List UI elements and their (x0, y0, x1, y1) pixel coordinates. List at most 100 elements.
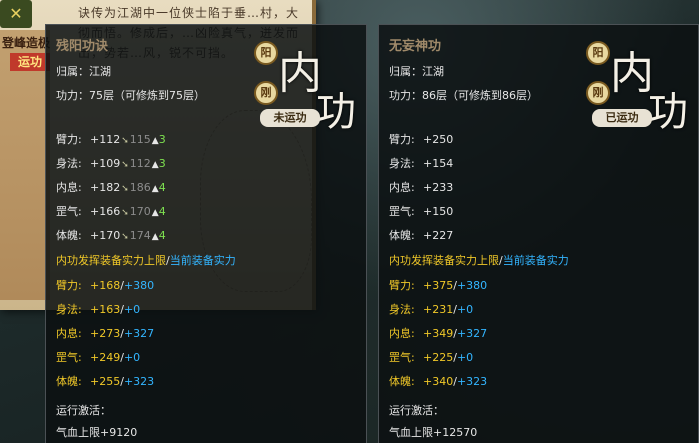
activation-label: 运行激活： (389, 404, 444, 417)
triangle-up-icon: ▲ (151, 136, 159, 146)
arrow-icon: ➘ (121, 208, 129, 218)
stat-value: +250 (423, 133, 454, 146)
stat-gain: 3 (158, 133, 166, 146)
cap-stat-row: 臂力: +168/+380 (56, 279, 155, 292)
level-value: 75层（可修炼到75层） (89, 89, 205, 102)
neigong-emblem: 阳 刚 内 功 未运功 (252, 37, 362, 135)
arrow-icon: ➘ (121, 160, 129, 170)
stat-value: +182 (90, 181, 121, 194)
cap-stat-cap: +231 (423, 303, 454, 316)
base-stat-row: 罡气: +166➘170▲4 (56, 203, 166, 219)
affiliation-row: 归属：江湖 (56, 63, 111, 79)
cap-stat-current: +0 (123, 351, 141, 364)
cap-stat-row: 臂力: +375/+380 (389, 279, 488, 292)
equipment-cap-header: 内功发挥装备实力上限/当前装备实力 (389, 252, 569, 268)
level-value: 86层（可修炼到86层） (422, 89, 538, 102)
activation-label: 运行激活： (56, 404, 111, 417)
neigong-emblem: 阳 刚 内 功 已运功 (584, 37, 694, 135)
cap-stat-row: 身法: +231/+0 (389, 303, 474, 316)
cap-stat-current: +0 (456, 303, 474, 316)
stat-gain: 4 (158, 205, 166, 218)
cap-stat-label: 臂力: (389, 279, 415, 292)
cap-stat-cap: +340 (423, 375, 454, 388)
cap-stat-current: +327 (123, 327, 155, 340)
yang-coin-icon: 阳 (254, 41, 278, 65)
skill-corner-icon[interactable]: ✕ (0, 0, 32, 28)
cap-stat-label: 身法: (56, 303, 82, 316)
affiliation-value: 江湖 (89, 65, 111, 78)
emblem-char-gong: 功 (316, 89, 356, 135)
cap-stat-label: 内息: (56, 327, 82, 340)
stat-next: 170 (129, 205, 151, 218)
arrow-icon: ➘ (121, 184, 129, 194)
cap-stat-label: 内息: (389, 327, 415, 340)
cap-stat-current: +323 (456, 375, 488, 388)
stat-gain: 4 (158, 181, 166, 194)
level-row: 功力：86层（可修炼到86层） (389, 87, 538, 103)
stat-label: 体魄: (389, 229, 415, 242)
stat-next: 186 (129, 181, 151, 194)
cap-stat-cap: +349 (423, 327, 454, 340)
stat-value: +233 (423, 181, 454, 194)
cap-stat-label: 罡气: (389, 351, 415, 364)
triangle-up-icon: ▲ (151, 208, 159, 218)
stat-label: 身法: (56, 157, 82, 170)
base-stat-row: 臂力: +250 (389, 131, 453, 147)
cap-stat-cap: +375 (423, 279, 454, 292)
cap-stat-current: +380 (456, 279, 488, 292)
arrow-icon: ➘ (121, 232, 129, 242)
skill-title: 无妄神功 (389, 39, 442, 54)
affiliation-label: 归属： (389, 65, 422, 78)
emblem-char-gong: 功 (648, 89, 688, 135)
stat-value: +154 (423, 157, 454, 170)
cap-stat-row: 内息: +273/+327 (56, 327, 155, 340)
cap-stat-current: +0 (456, 351, 474, 364)
skill-title: 残阳功诀 (56, 39, 109, 54)
equipment-cap-header: 内功发挥装备实力上限/当前装备实力 (56, 252, 236, 268)
cap-stat-cap: +273 (90, 327, 121, 340)
stat-gain: 3 (158, 157, 166, 170)
cap-stat-label: 体魄: (56, 375, 82, 388)
stat-label: 体魄: (56, 229, 82, 242)
stat-next: 174 (129, 229, 151, 242)
level-label: 功力： (56, 89, 89, 102)
cap-stat-label: 身法: (389, 303, 415, 316)
stat-value: +227 (423, 229, 454, 242)
stat-label: 身法: (389, 157, 415, 170)
affiliation-value: 江湖 (422, 65, 444, 78)
arrow-icon: ➘ (121, 136, 129, 146)
stat-next: 112 (129, 157, 151, 170)
skill-tooltip-right: 无妄神功 归属：江湖 功力：86层（可修炼到86层） 阳 刚 内 功 已运功 臂… (378, 24, 699, 443)
base-stat-row: 内息: +182➘186▲4 (56, 179, 166, 195)
cap-stat-current: +323 (123, 375, 155, 388)
stat-value: +166 (90, 205, 121, 218)
stat-value: +109 (90, 157, 121, 170)
cap-stat-label: 臂力: (56, 279, 82, 292)
run-status-badge: 已运功 (592, 109, 652, 127)
cap-stat-cap: +168 (90, 279, 121, 292)
gang-coin-icon: 刚 (254, 81, 278, 105)
run-skill-tag[interactable]: 运功 (10, 53, 50, 71)
base-stat-row: 内息: +233 (389, 179, 453, 195)
cap-stat-cap: +255 (90, 375, 121, 388)
level-label: 功力： (389, 89, 422, 102)
triangle-up-icon: ▲ (151, 232, 159, 242)
cap-stat-current: +380 (123, 279, 155, 292)
stat-label: 罡气: (56, 205, 82, 218)
cap-stat-label: 体魄: (389, 375, 415, 388)
base-stat-row: 体魄: +227 (389, 227, 453, 243)
cap-stat-row: 体魄: +255/+323 (56, 375, 155, 388)
yang-coin-icon: 阳 (586, 41, 610, 65)
stat-label: 内息: (389, 181, 415, 194)
triangle-up-icon: ▲ (151, 184, 159, 194)
cap-stat-row: 体魄: +340/+323 (389, 375, 488, 388)
base-stat-row: 罡气: +150 (389, 203, 453, 219)
cap-header-part1: 内功发挥装备实力上限 (56, 254, 166, 267)
base-stat-row: 体魄: +170➘174▲4 (56, 227, 166, 243)
cap-header-part2: 当前装备实力 (169, 254, 236, 267)
cap-stat-current: +0 (123, 303, 141, 316)
scroll-side-text: 登峰造极 (2, 36, 51, 50)
stat-label: 臂力: (56, 133, 82, 146)
stat-next: 115 (129, 133, 151, 146)
gang-coin-icon: 刚 (586, 81, 610, 105)
